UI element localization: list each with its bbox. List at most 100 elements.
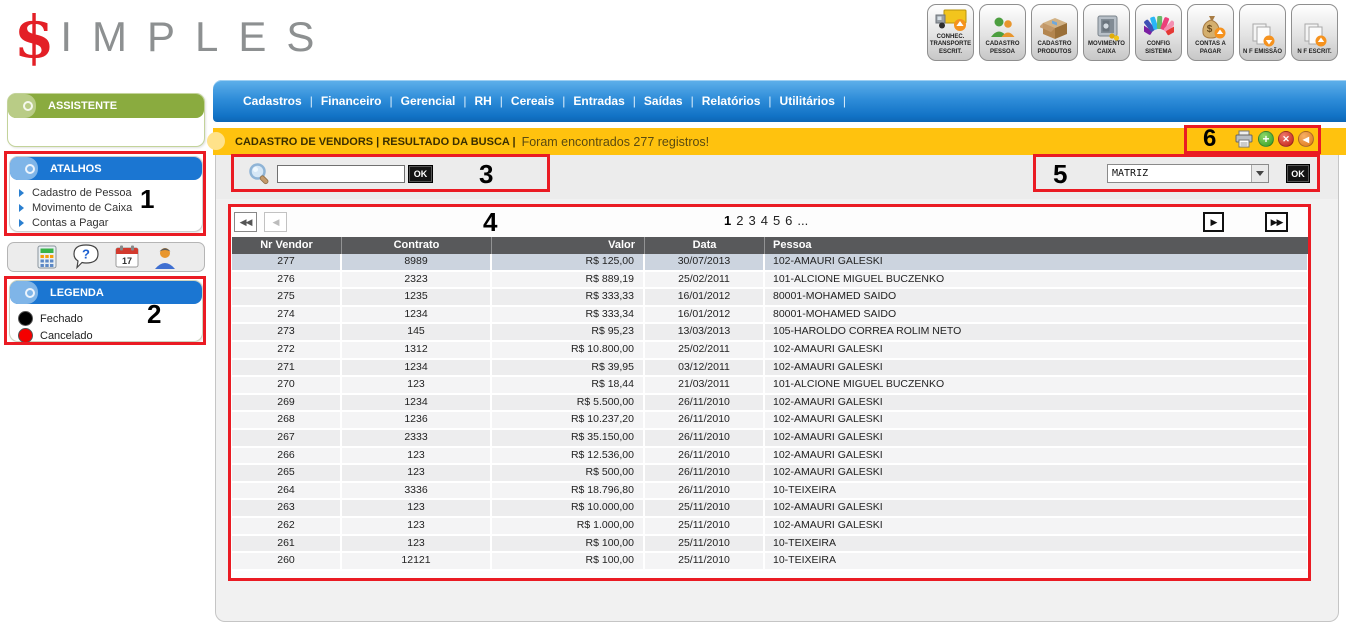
table-row[interactable]: 2691234R$ 5.500,0026/11/2010102-AMAURI G… <box>232 395 1309 413</box>
menu-item-cereais[interactable]: Cereais <box>511 94 554 108</box>
shortcut-movimento-de-caixa[interactable]: Movimento de Caixa <box>19 200 202 215</box>
page-number-link[interactable]: 2 <box>736 213 743 228</box>
table-row[interactable]: 2643336R$ 18.796,8026/11/201010-TEIXEIRA <box>232 483 1309 501</box>
table-row[interactable]: 266123R$ 12.536,0026/11/2010102-AMAURI G… <box>232 448 1309 466</box>
table-row[interactable]: 273145R$ 95,2313/03/2013105-HAROLDO CORR… <box>232 324 1309 342</box>
add-icon[interactable]: + <box>1258 131 1274 147</box>
table-row[interactable]: 262123R$ 1.000,0025/11/2010102-AMAURI GA… <box>232 518 1309 536</box>
cell-pessoa: 102-AMAURI GALESKI <box>765 254 1309 270</box>
branch-ok-button[interactable]: OK <box>1286 164 1310 183</box>
logo-text: IMPLES <box>60 16 334 58</box>
page-number-link[interactable]: ... <box>797 213 808 228</box>
cell-nr: 270 <box>232 377 342 393</box>
cell-pessoa: 102-AMAURI GALESKI <box>765 395 1309 411</box>
help-icon[interactable]: ? <box>71 244 101 270</box>
chevron-down-icon[interactable] <box>1251 165 1268 182</box>
previous-page-button[interactable]: ◀ <box>264 212 287 232</box>
menu-separator: | <box>768 94 771 108</box>
menu-item-cadastros[interactable]: Cadastros <box>243 94 302 108</box>
last-page-button[interactable]: ▶▶ <box>1265 212 1288 232</box>
table-row[interactable]: 2711234R$ 39,9503/12/2011102-AMAURI GALE… <box>232 360 1309 378</box>
cell-valor: R$ 39,95 <box>492 360 645 376</box>
cell-pessoa: 102-AMAURI GALESKI <box>765 448 1309 464</box>
delete-icon[interactable]: ✕ <box>1278 131 1294 147</box>
table-row[interactable]: 2681236R$ 10.237,2026/11/2010102-AMAURI … <box>232 412 1309 430</box>
cell-contrato: 12121 <box>342 553 492 569</box>
menu-item-financeiro[interactable]: Financeiro <box>321 94 382 108</box>
toolbar-button-label: CADASTRO PESSOA <box>981 41 1024 57</box>
toolbar-button-nf-emissao[interactable]: N F EMISSÃO <box>1239 4 1286 61</box>
page-number-current[interactable]: 1 <box>724 213 731 228</box>
search-ok-button[interactable]: OK <box>408 165 433 183</box>
table-row[interactable]: 2721312R$ 10.800,0025/02/2011102-AMAURI … <box>232 342 1309 360</box>
menu-item-saidas[interactable]: Saídas <box>644 94 683 108</box>
menu-item-relatorios[interactable]: Relatórios <box>702 94 761 108</box>
cell-valor: R$ 100,00 <box>492 536 645 552</box>
toolbar-button-movimento-caixa[interactable]: MOVIMENTO CAIXA <box>1083 4 1130 61</box>
table-row[interactable]: 261123R$ 100,0025/11/201010-TEIXEIRA <box>232 536 1309 554</box>
calendar-icon[interactable]: 17 <box>114 245 140 269</box>
search-input[interactable] <box>277 165 405 183</box>
table-row[interactable]: 2672333R$ 35.150,0026/11/2010102-AMAURI … <box>232 430 1309 448</box>
toolbar-button-nf-escrit[interactable]: N F ESCRIT. <box>1291 4 1338 61</box>
cell-nr: 266 <box>232 448 342 464</box>
table-row[interactable]: 2778989R$ 125,0030/07/2013102-AMAURI GAL… <box>232 254 1309 272</box>
cell-nr: 272 <box>232 342 342 358</box>
table-row[interactable]: 26012121R$ 100,0025/11/201010-TEIXEIRA <box>232 553 1309 571</box>
status-bar: CADASTRO DE VENDORS | RESULTADO DA BUSCA… <box>213 128 1346 155</box>
shortcut-cadastro-de-pessoa[interactable]: Cadastro de Pessoa <box>19 185 202 200</box>
cell-contrato: 123 <box>342 500 492 516</box>
legend-item-fechado: Fechado <box>18 310 202 327</box>
back-icon[interactable]: ◀ <box>1298 131 1314 147</box>
legend-list: FechadoCancelado <box>10 304 202 344</box>
menu-item-rh[interactable]: RH <box>474 94 491 108</box>
menu-separator: | <box>843 94 846 108</box>
toolbar-button-cadastro-produtos[interactable]: CADASTRO PRODUTOS <box>1031 4 1078 61</box>
open-box-icon <box>1040 13 1070 41</box>
cell-data: 13/03/2013 <box>645 324 765 340</box>
cell-contrato: 1235 <box>342 289 492 305</box>
cell-valor: R$ 10.000,00 <box>492 500 645 516</box>
quick-access-toolbar: CONHEC. TRANSPORTE ESCRIT. CADASTRO PESSO… <box>927 4 1338 61</box>
black-circle-icon <box>18 311 33 326</box>
page-number-link[interactable]: 5 <box>773 213 780 228</box>
next-page-button[interactable]: ▶ <box>1203 212 1224 232</box>
user-icon[interactable] <box>153 245 177 270</box>
column-header-contrato[interactable]: Contrato <box>342 237 492 254</box>
toolbar-button-contas-a-pagar[interactable]: $CONTAS A PAGAR <box>1187 4 1234 61</box>
table-row[interactable]: 2751235R$ 333,3316/01/201280001-MOHAMED … <box>232 289 1309 307</box>
table-row[interactable]: 263123R$ 10.000,0025/11/2010102-AMAURI G… <box>232 500 1309 518</box>
cell-pessoa: 102-AMAURI GALESKI <box>765 430 1309 446</box>
page-number-link[interactable]: 6 <box>785 213 792 228</box>
table-row[interactable]: 270123R$ 18,4421/03/2011101-ALCIONE MIGU… <box>232 377 1309 395</box>
calculator-icon[interactable] <box>36 245 58 269</box>
toolbar-button-config-sistema[interactable]: CONFIG SISTEMA <box>1135 4 1182 61</box>
table-row[interactable]: 2762323R$ 889,1925/02/2011101-ALCIONE MI… <box>232 272 1309 290</box>
table-row[interactable]: 265123R$ 500,0026/11/2010102-AMAURI GALE… <box>232 465 1309 483</box>
printer-icon[interactable] <box>1234 130 1254 148</box>
page-number-link[interactable]: 4 <box>761 213 768 228</box>
shortcut-contas-a-pagar[interactable]: Contas a Pagar <box>19 215 202 230</box>
nf-down-icon <box>1249 21 1277 49</box>
toolbar-button-cadastro-pessoa[interactable]: CADASTRO PESSOA <box>979 4 1026 61</box>
branch-select[interactable]: MATRIZ <box>1107 164 1269 183</box>
menu-item-gerencial[interactable]: Gerencial <box>401 94 456 108</box>
cell-contrato: 1312 <box>342 342 492 358</box>
main-menu-bar: Cadastros|Financeiro|Gerencial|RH|Cereai… <box>213 80 1346 122</box>
toolbar-button-conhec-transporte[interactable]: CONHEC. TRANSPORTE ESCRIT. <box>927 4 974 61</box>
column-header-nr-vendor[interactable]: Nr Vendor <box>232 237 342 254</box>
column-header-pessoa[interactable]: Pessoa <box>765 237 1309 254</box>
page-number-link[interactable]: 3 <box>748 213 755 228</box>
cell-pessoa: 80001-MOHAMED SAIDO <box>765 289 1309 305</box>
column-header-data[interactable]: Data <box>645 237 765 254</box>
menu-item-utilitarios[interactable]: Utilitários <box>780 94 835 108</box>
table-row[interactable]: 2741234R$ 333,3416/01/201280001-MOHAMED … <box>232 307 1309 325</box>
shortcut-label: Cadastro de Pessoa <box>32 187 132 199</box>
toolbar-button-label: N F EMISSÃO <box>1243 49 1282 57</box>
cell-contrato: 3336 <box>342 483 492 499</box>
column-header-valor[interactable]: Valor <box>492 237 645 254</box>
menu-item-entradas[interactable]: Entradas <box>573 94 624 108</box>
first-page-button[interactable]: ◀◀ <box>234 212 257 232</box>
cell-nr: 275 <box>232 289 342 305</box>
cell-contrato: 1234 <box>342 360 492 376</box>
